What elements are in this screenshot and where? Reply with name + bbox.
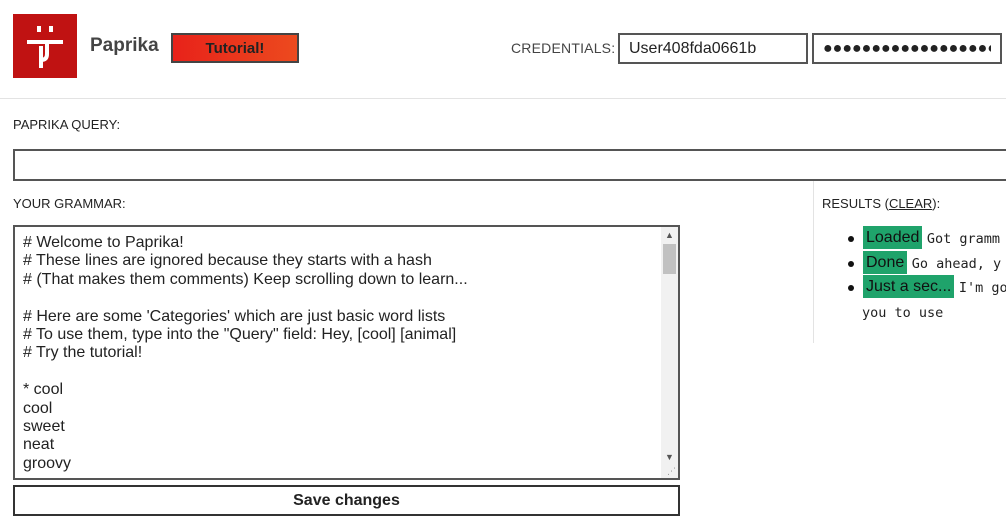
result-message: Go ahead, y [911,255,1002,272]
resize-grip-icon[interactable]: ⋰ [666,466,676,476]
status-badge: Loaded [863,226,923,249]
scroll-up-arrow-icon[interactable]: ▲ [661,227,678,244]
result-item: Done Go ahead, y [822,250,1006,276]
grammar-editor[interactable]: # Welcome to Paprika! # These lines are … [13,225,680,480]
paprika-face-icon [27,26,63,68]
tutorial-button[interactable]: Tutorial! [171,33,299,63]
result-item: Loaded Got gramm [822,226,1006,251]
grammar-label: YOUR GRAMMAR: [13,196,126,211]
result-message: I'm go [958,280,1006,296]
result-message-continuation: you to use [862,305,944,321]
app-title: Paprika [90,35,159,56]
scroll-thumb[interactable] [663,244,676,274]
results-label: RESULTS (CLEAR): [822,196,940,211]
clear-results-link[interactable]: CLEAR [889,196,932,211]
password-field[interactable] [812,33,1002,64]
results-label-suffix: ): [932,196,941,211]
results-label-prefix: RESULTS ( [822,196,889,211]
scroll-down-arrow-icon[interactable]: ▼ [661,449,678,466]
username-field[interactable] [618,33,808,64]
status-badge: Just a sec... [863,275,955,298]
results-list: Loaded Got gramm Done Go ahead, y Just a… [822,226,1006,300]
status-badge: Done [863,250,908,274]
result-item: Just a sec... I'm go [822,275,1006,300]
header-bar: Paprika Tutorial! CREDENTIALS: [0,0,1006,99]
credentials-label: CREDENTIALS: [511,40,616,56]
panel-divider [813,181,814,343]
result-message: Got gramm [926,231,1000,247]
paprika-logo [13,14,77,78]
grammar-scrollbar[interactable]: ▲ ▼ [661,227,678,478]
query-label: PAPRIKA QUERY: [13,117,121,132]
save-changes-button[interactable]: Save changes [13,485,680,516]
query-input[interactable] [13,149,1006,181]
grammar-text[interactable]: # Welcome to Paprika! # These lines are … [23,234,663,473]
